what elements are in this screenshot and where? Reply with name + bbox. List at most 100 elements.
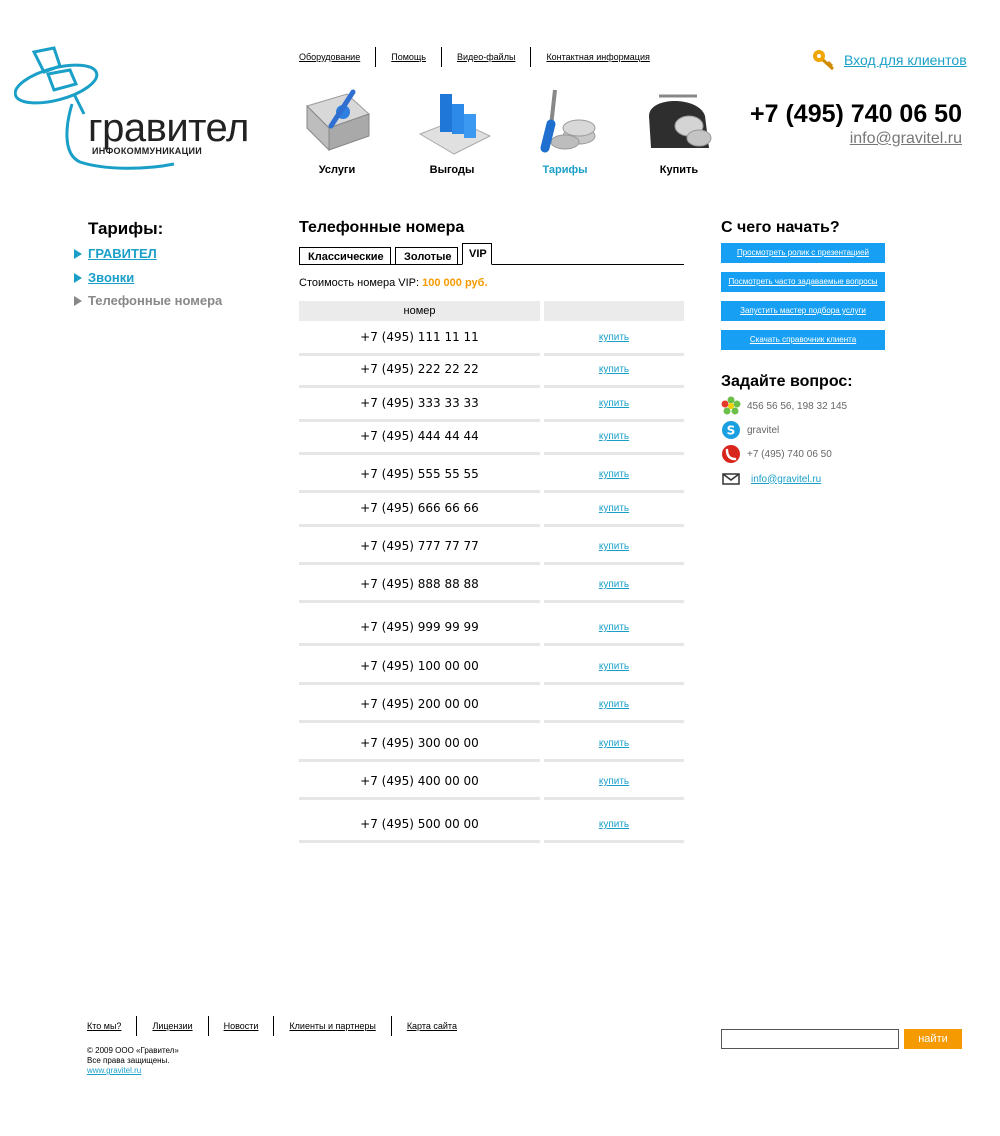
buy-link[interactable]: купить <box>544 431 684 442</box>
tabs: Классические Золотые VIP <box>299 243 684 265</box>
buy-link[interactable]: купить <box>544 622 684 633</box>
search-input[interactable] <box>721 1029 899 1049</box>
footer-about[interactable]: Кто мы? <box>87 1016 136 1036</box>
tab-gold[interactable]: Золотые <box>395 247 458 265</box>
price-value: 100 000 руб. <box>422 277 488 289</box>
phone-number: +7 (495) 555 55 55 <box>360 467 479 481</box>
tab-vip[interactable]: VIP <box>462 243 492 265</box>
left-sidebar-link[interactable]: ГРАВИТЕЛ <box>88 246 157 261</box>
table-row: +7 (495) 555 55 55 купить <box>299 459 684 493</box>
table-row: +7 (495) 100 00 00 купить <box>299 651 684 685</box>
buy-link[interactable]: купить <box>544 738 684 749</box>
skype-icon: S <box>722 421 740 439</box>
icon-nav-label: Услуги <box>318 164 356 176</box>
contact-icq: 456 56 56, 198 32 145 <box>721 396 847 416</box>
right-sidebar-title: С чего начать? <box>721 219 840 236</box>
phone-icon <box>722 445 740 463</box>
footer-news[interactable]: Новости <box>207 1016 274 1036</box>
icon-nav-label: Тарифы <box>542 164 588 176</box>
left-sidebar-link[interactable]: Звонки <box>88 270 134 285</box>
buy-link[interactable]: купить <box>544 661 684 672</box>
arrow-right-icon <box>74 248 82 259</box>
buy-link[interactable]: купить <box>544 819 684 830</box>
buy-link[interactable]: купить <box>544 776 684 787</box>
phone-number: +7 (495) 100 00 00 <box>360 659 479 673</box>
buy-link[interactable]: купить <box>544 503 684 514</box>
logo[interactable]: гравител ИНФОКОММУНИКАЦИИ <box>13 44 254 179</box>
table-header-number: номер <box>299 301 540 321</box>
top-nav-equipment[interactable]: Оборудование <box>299 47 375 67</box>
price-line: Стоимость номера VIP: 100 000 руб. <box>299 277 488 289</box>
icon-nav-buy[interactable]: Купить <box>629 86 729 176</box>
table-row: +7 (495) 999 99 99 купить <box>299 612 684 646</box>
table-row: +7 (495) 444 44 44 купить <box>299 421 684 455</box>
wallet-icon <box>649 94 712 148</box>
phone-number: +7 (495) 500 00 00 <box>360 817 479 831</box>
top-nav-contacts[interactable]: Контактная информация <box>530 47 664 67</box>
phone-number: +7 (495) 999 99 99 <box>360 620 479 634</box>
download-guide-button[interactable]: Скачать справочник клиента <box>721 330 885 350</box>
row-divider <box>299 759 540 762</box>
row-divider <box>544 600 684 603</box>
row-divider <box>544 797 684 800</box>
table-row: +7 (495) 111 11 11 купить <box>299 322 684 356</box>
price-label: Стоимость номера VIP: <box>299 277 420 289</box>
search-button[interactable]: найти <box>904 1029 962 1049</box>
top-nav-video[interactable]: Видео-файлы <box>440 47 530 67</box>
icq-flower-icon <box>721 396 741 415</box>
table-row: +7 (495) 400 00 00 купить <box>299 766 684 800</box>
copyright-line-1: © 2009 ООО «Гравител» <box>87 1046 179 1055</box>
page-title: Телефонные номера <box>299 219 465 236</box>
contact-email: info@gravitel.ru <box>721 472 821 486</box>
book-icon <box>306 89 370 152</box>
buy-link[interactable]: купить <box>544 579 684 590</box>
service-wizard-button[interactable]: Запустить мастер подбора услуги <box>721 301 885 321</box>
row-divider <box>299 797 540 800</box>
copyright: © 2009 ООО «Гравител» Все права защищены… <box>87 1046 179 1076</box>
row-divider <box>544 682 684 685</box>
icon-nav-benefits[interactable]: Выгоды <box>402 86 502 176</box>
header-email[interactable]: info@gravitel.ru <box>850 130 962 148</box>
buy-link[interactable]: купить <box>544 364 684 375</box>
svg-text:S: S <box>727 424 736 438</box>
ask-question-title: Задайте вопрос: <box>721 373 853 390</box>
icon-nav-services[interactable]: Услуги <box>287 86 387 176</box>
phone-number: +7 (495) 888 88 88 <box>360 577 479 591</box>
icq-numbers: 456 56 56, 198 32 145 <box>747 400 848 412</box>
buy-link[interactable]: купить <box>544 332 684 343</box>
buy-link[interactable]: купить <box>544 469 684 480</box>
table-row: +7 (495) 666 66 66 купить <box>299 493 684 527</box>
phone-number: +7 (495) 400 00 00 <box>360 774 479 788</box>
top-nav-help[interactable]: Помощь <box>375 47 441 67</box>
login-link[interactable]: Вход для клиентов <box>844 52 967 68</box>
bar-chart-icon <box>418 94 492 155</box>
left-sidebar-title: Тарифы: <box>88 219 164 238</box>
buy-link[interactable]: купить <box>544 699 684 710</box>
watch-presentation-button[interactable]: Просмотреть ролик с презентацией <box>721 243 885 263</box>
footer-licenses[interactable]: Лицензии <box>136 1016 207 1036</box>
contact-email-link[interactable]: info@gravitel.ru <box>751 474 821 485</box>
buy-link[interactable]: купить <box>544 541 684 552</box>
tab-classic[interactable]: Классические <box>299 247 391 265</box>
footer-clients[interactable]: Клиенты и партнеры <box>273 1016 390 1036</box>
footer-sitemap[interactable]: Карта сайта <box>390 1016 472 1036</box>
faq-button[interactable]: Посмотреть часто задаваемые вопросы <box>721 272 885 292</box>
top-nav: Оборудование Помощь Видео-файлы Контактн… <box>299 47 665 67</box>
arrow-right-icon <box>74 295 82 306</box>
phone-number: +7 (495) 444 44 44 <box>360 429 479 443</box>
row-divider <box>299 682 540 685</box>
buy-link[interactable]: купить <box>544 398 684 409</box>
row-divider <box>544 524 684 527</box>
skype-login: gravitel <box>747 424 780 436</box>
site-link[interactable]: www.gravitel.ru <box>87 1066 141 1075</box>
row-divider <box>544 720 684 723</box>
left-sidebar-item-gravitel[interactable]: ГРАВИТЕЛ <box>74 246 157 261</box>
phone-number: +7 (495) 300 00 00 <box>360 736 479 750</box>
arrow-right-icon <box>74 272 82 283</box>
left-sidebar-item-phone-numbers: Телефонные номера <box>74 293 222 308</box>
contact-skype: S gravitel <box>721 420 779 440</box>
icon-nav-tariffs[interactable]: Тарифы <box>515 86 615 176</box>
tools-coins-icon <box>540 89 596 153</box>
phone-number: +7 (495) 200 00 00 <box>360 697 479 711</box>
left-sidebar-item-calls[interactable]: Звонки <box>74 270 134 285</box>
